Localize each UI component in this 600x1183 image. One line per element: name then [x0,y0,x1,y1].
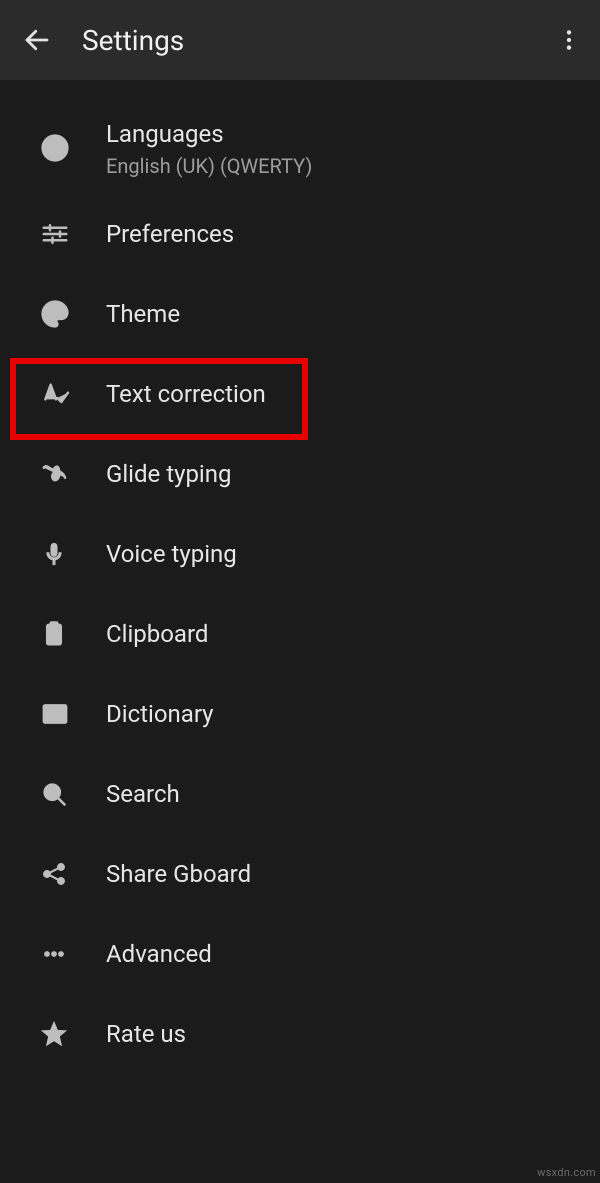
gesture-icon [40,459,106,489]
settings-item-dictionary[interactable]: Dictionary [0,674,600,754]
settings-item-label: Voice typing [106,538,237,570]
settings-item-rate-us[interactable]: Rate us [0,994,600,1074]
settings-item-clipboard[interactable]: Clipboard [0,594,600,674]
settings-item-advanced[interactable]: Advanced [0,914,600,994]
search-icon [40,780,106,808]
settings-item-label: Preferences [106,218,234,250]
settings-item-subtitle: English (UK) (QWERTY) [106,154,312,178]
arrow-back-icon [22,25,52,55]
settings-item-glide-typing[interactable]: Glide typing [0,434,600,514]
more-options-button[interactable] [542,27,582,53]
app-bar: Settings [0,0,600,80]
settings-item-label: Share Gboard [106,858,251,890]
settings-item-label: Glide typing [106,458,231,490]
settings-item-search[interactable]: Search [0,754,600,834]
settings-item-label: Text correction [106,378,266,410]
page-title: Settings [82,24,542,57]
book-icon [40,699,106,729]
settings-item-preferences[interactable]: Preferences [0,194,600,274]
settings-item-label: Advanced [106,938,212,970]
more-horiz-icon [40,940,106,968]
settings-item-label: Search [106,778,180,810]
globe-icon [40,133,106,163]
settings-item-label: Clipboard [106,618,208,650]
settings-item-text-correction[interactable]: Text correction [0,354,600,434]
settings-list: Languages English (UK) (QWERTY) Preferen… [0,80,600,1074]
settings-item-languages[interactable]: Languages English (UK) (QWERTY) [0,102,600,194]
share-icon [40,860,106,888]
sliders-icon [40,219,106,249]
more-vert-icon [556,27,582,53]
clipboard-icon [40,620,106,648]
star-icon [40,1020,106,1048]
settings-item-label: Languages [106,118,312,150]
back-button[interactable] [22,25,62,55]
text-check-icon [40,378,106,410]
palette-icon [40,299,106,329]
settings-item-share-gboard[interactable]: Share Gboard [0,834,600,914]
watermark: wsxdn.com [537,1166,596,1179]
microphone-icon [40,540,106,568]
settings-item-label: Rate us [106,1018,186,1050]
settings-item-theme[interactable]: Theme [0,274,600,354]
settings-item-label: Dictionary [106,698,214,730]
settings-item-voice-typing[interactable]: Voice typing [0,514,600,594]
settings-item-label: Theme [106,298,180,330]
